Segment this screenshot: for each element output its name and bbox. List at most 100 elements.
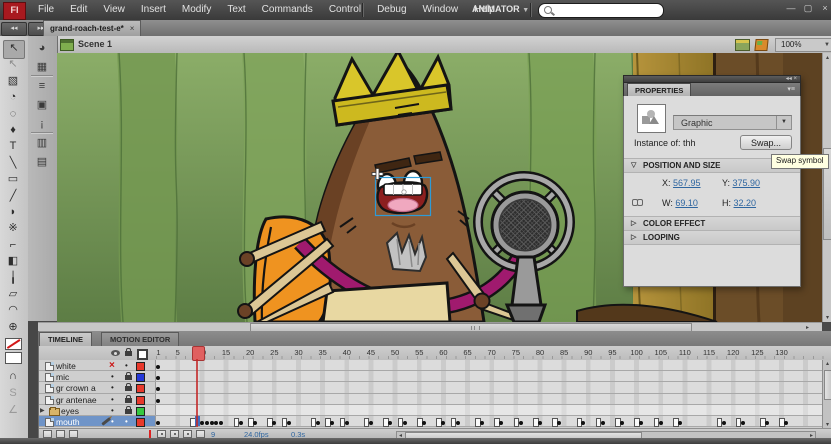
layer-outline-color-swatch[interactable] xyxy=(136,395,145,405)
keyframe-dot[interactable] xyxy=(455,421,460,425)
link-wh-icon[interactable] xyxy=(632,198,643,206)
scroll-up-icon[interactable]: ▴ xyxy=(823,360,831,367)
align-panel-icon[interactable]: ≡ xyxy=(33,78,51,94)
outline-all-icon[interactable] xyxy=(137,349,148,360)
eyedropper-tool[interactable]: ╽ xyxy=(3,270,23,287)
show-hide-all-icon[interactable] xyxy=(111,350,120,356)
h-value[interactable]: 32.20 xyxy=(734,198,757,208)
layer-frames[interactable] xyxy=(156,393,822,404)
layer-row-white[interactable]: white × • xyxy=(39,360,822,372)
section-looping[interactable]: ▷ LOOPING xyxy=(624,230,800,245)
subselection-tool[interactable]: ↖ xyxy=(3,56,23,73)
keyframe-dot[interactable] xyxy=(557,421,562,425)
info-panel-icon[interactable]: ¡ xyxy=(33,116,51,132)
panel-drag-bar[interactable]: ◂◂ × xyxy=(623,75,801,83)
history-panel-icon[interactable]: ▤ xyxy=(33,154,51,170)
keyframe-dot[interactable] xyxy=(344,421,349,425)
folder-expand-icon[interactable]: ▶ xyxy=(40,407,45,414)
layer-name-area[interactable]: mic • xyxy=(39,371,156,383)
keyframe-dot[interactable] xyxy=(272,421,277,425)
scroll-up-icon[interactable]: ▴ xyxy=(823,54,831,61)
tab-properties[interactable]: PROPERTIES xyxy=(627,83,692,96)
collapse-dock-button[interactable]: ◂◂ xyxy=(1,22,27,36)
menu-debug[interactable]: Debug xyxy=(369,0,414,20)
menu-file[interactable]: File xyxy=(30,0,62,20)
library-panel-icon[interactable]: ▥ xyxy=(33,135,51,151)
layer-name-area[interactable]: ▶ eyes • xyxy=(39,404,156,416)
panel-menu-icon[interactable]: ▾≡ xyxy=(787,85,795,93)
keyframe-dot[interactable] xyxy=(156,387,161,392)
hand-tool[interactable]: ◠ xyxy=(3,302,23,319)
maximize-button[interactable]: ▢ xyxy=(803,3,813,14)
layer-visible-dot[interactable]: • xyxy=(111,394,114,405)
layer-outline-color-swatch[interactable] xyxy=(136,373,145,383)
canvas-vertical-scrollbar[interactable]: ▴ ▾ xyxy=(822,53,831,322)
layer-locked-icon[interactable] xyxy=(125,394,132,403)
stroke-color-swatch[interactable] xyxy=(5,338,22,350)
layer-row-mouth[interactable]: mouth • • xyxy=(39,416,822,428)
menu-modify[interactable]: Modify xyxy=(174,0,219,20)
menu-view[interactable]: View xyxy=(95,0,133,20)
lasso-tool[interactable]: ◌ xyxy=(3,106,23,123)
keyframe-dot[interactable] xyxy=(721,421,726,425)
layer-visible-dot[interactable]: • xyxy=(111,405,114,416)
keyframe-dot[interactable] xyxy=(238,421,243,425)
timeline-vertical-scrollbar[interactable]: ▴ ▾ xyxy=(822,360,831,428)
lock-all-icon[interactable] xyxy=(125,348,132,356)
layer-visible-dot[interactable]: • xyxy=(111,382,114,393)
keyframe-dot[interactable] xyxy=(764,421,769,425)
tab-timeline[interactable]: TIMELINE xyxy=(39,332,92,346)
onion-skin-outlines-button[interactable] xyxy=(183,430,192,438)
keyframe-dot[interactable] xyxy=(499,421,504,425)
keyframe-dot[interactable] xyxy=(620,421,625,425)
layer-outline-color-swatch[interactable] xyxy=(136,384,145,394)
keyframe-dot[interactable] xyxy=(537,421,542,425)
document-tab[interactable]: grand-roach-test-e* × xyxy=(43,20,142,37)
keyframe-dot[interactable] xyxy=(330,421,335,425)
pencil-tool[interactable]: ╱ xyxy=(3,188,23,205)
flash-app-icon[interactable]: Fl xyxy=(3,2,26,20)
keyframe-dot[interactable] xyxy=(286,421,291,425)
new-folder-button[interactable] xyxy=(56,430,65,438)
keyframe-dot[interactable] xyxy=(368,421,373,425)
tab-motion-editor[interactable]: MOTION EDITOR xyxy=(101,332,180,346)
workspace-switcher[interactable]: ANIMATOR ▼ xyxy=(468,2,533,17)
keyframe-dot[interactable] xyxy=(214,421,219,425)
layer-locked-icon[interactable] xyxy=(125,383,132,392)
deco-tool[interactable]: ※ xyxy=(3,220,23,237)
layer-frames[interactable] xyxy=(156,371,822,382)
paint-bucket-tool[interactable]: ◧ xyxy=(3,253,23,270)
transform-panel-icon[interactable]: ▣ xyxy=(33,97,51,113)
keyframe-dot[interactable] xyxy=(209,421,214,425)
disclosure-open-icon[interactable]: ▽ xyxy=(631,159,636,172)
layer-name-area[interactable]: white × • xyxy=(39,360,156,371)
keyframe-dot[interactable] xyxy=(156,376,161,381)
keyframe-dot[interactable] xyxy=(315,421,320,425)
layer-row-gr-antenae[interactable]: gr antenae • xyxy=(39,393,822,405)
keyframe-dot[interactable] xyxy=(639,421,644,425)
layer-locked-icon[interactable] xyxy=(125,405,132,414)
w-value[interactable]: 69.10 xyxy=(675,198,698,208)
layer-row-gr-crown-a[interactable]: gr crown a • xyxy=(39,382,822,394)
close-button[interactable]: × xyxy=(820,3,830,14)
center-frame-button[interactable] xyxy=(157,430,166,438)
layer-row-eyes[interactable]: ▶ eyes • xyxy=(39,404,822,416)
keyframe-dot[interactable] xyxy=(156,365,161,369)
keyframe-dot[interactable] xyxy=(402,421,407,425)
keyframe-dot[interactable] xyxy=(156,421,161,425)
chevron-down-icon[interactable]: ▼ xyxy=(776,116,791,129)
color-panel-icon[interactable]: ◕ xyxy=(33,40,51,56)
keyframe-dot[interactable] xyxy=(740,421,745,425)
layer-visible-dot[interactable]: • xyxy=(111,371,114,382)
layer-outline-color-swatch[interactable] xyxy=(136,418,145,427)
brush-tool[interactable]: ◗ xyxy=(3,204,23,221)
menu-window[interactable]: Window xyxy=(415,0,467,20)
keyframe-dot[interactable] xyxy=(199,421,204,425)
edit-scene-icon[interactable] xyxy=(735,39,750,51)
swap-button[interactable]: Swap... xyxy=(740,135,792,150)
close-tab-icon[interactable]: × xyxy=(130,24,135,33)
menu-commands[interactable]: Commands xyxy=(254,0,321,20)
bone-tool[interactable]: ⌐ xyxy=(3,237,23,254)
disclosure-closed-icon[interactable]: ▷ xyxy=(631,217,636,230)
layer-frames[interactable] xyxy=(156,416,822,427)
